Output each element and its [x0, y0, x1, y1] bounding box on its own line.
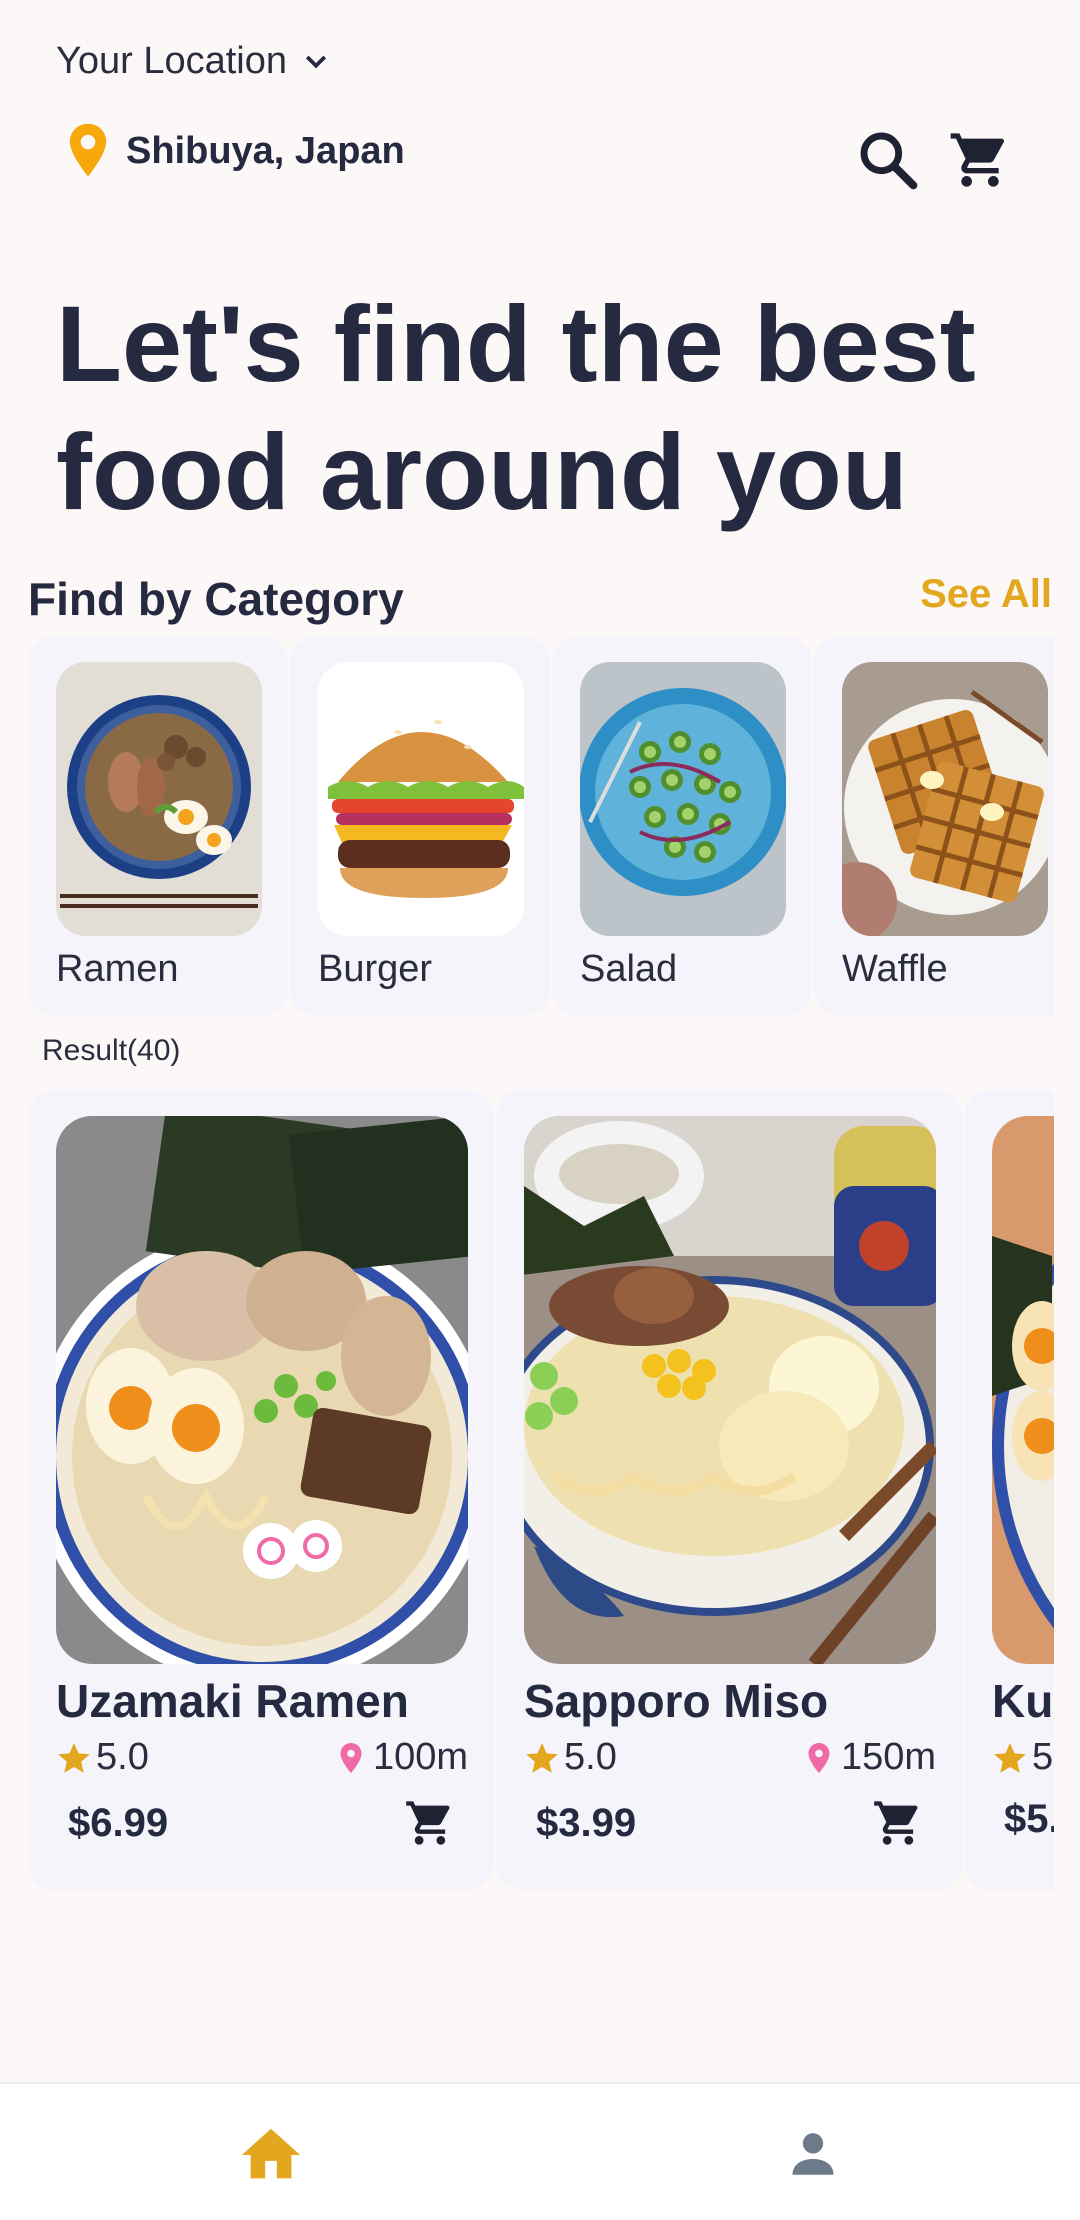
food-name: Sapporo Miso	[524, 1675, 829, 1727]
category-list[interactable]: Ramen Burger Salad Waffle	[28, 636, 1054, 1016]
location-pin-icon	[340, 1742, 362, 1773]
result-count: Result(40)	[42, 1034, 181, 1067]
food-card[interactable]: Sapporo Miso 5.0 150m $3.99	[496, 1090, 962, 1890]
food-card[interactable]: Uzamaki Ramen 5.0 100m $6.99	[28, 1090, 494, 1890]
rating: 5.0	[96, 1736, 149, 1778]
burger-image	[318, 662, 524, 936]
food-card[interactable]: Ku 5 $5.	[964, 1090, 1054, 1890]
star-icon	[994, 1742, 1026, 1773]
distance: 150m	[840, 1736, 936, 1778]
cart-icon[interactable]	[948, 128, 1012, 192]
search-icon[interactable]	[856, 128, 920, 192]
distance: 100m	[372, 1736, 468, 1778]
location-value: Shibuya, Japan	[126, 129, 405, 172]
see-all-link[interactable]: See All	[920, 572, 1052, 617]
location-label: Your Location	[56, 40, 288, 82]
waffle-image	[842, 662, 1048, 936]
header-actions	[856, 128, 1012, 192]
hero-line-2: food around you	[56, 411, 908, 532]
food-image-partial	[992, 1116, 1054, 1664]
rating: 5.0	[564, 1736, 617, 1778]
star-icon	[58, 1742, 90, 1773]
category-label: Salad	[580, 948, 678, 990]
category-item-burger[interactable]: Burger	[290, 636, 550, 1016]
food-name: Uzamaki Ramen	[56, 1675, 409, 1727]
category-item-salad[interactable]: Salad	[552, 636, 812, 1016]
category-label: Burger	[318, 948, 433, 990]
hero-heading: Let's find the best food around you	[56, 280, 1036, 536]
category-label: Ramen	[56, 948, 179, 990]
ramen-image	[56, 662, 262, 936]
home-icon[interactable]	[236, 2120, 306, 2190]
result-list[interactable]: Uzamaki Ramen 5.0 100m $6.99 Sapporo Mis…	[28, 1090, 1054, 1890]
food-meta: 5.0 100m	[56, 1736, 468, 1779]
bottom-navigation	[0, 2082, 1080, 2220]
star-icon	[526, 1742, 558, 1773]
food-meta: 5.0 150m	[524, 1736, 936, 1779]
category-item-ramen[interactable]: Ramen	[28, 636, 288, 1016]
profile-icon[interactable]	[784, 2122, 842, 2184]
category-label: Waffle	[842, 948, 948, 990]
salad-image	[580, 662, 786, 936]
price: $3.99	[536, 1800, 637, 1845]
hero-line-1: Let's find the best	[56, 283, 976, 404]
location-selector[interactable]: Your Location	[56, 40, 331, 83]
current-location: Shibuya, Japan	[66, 122, 405, 180]
location-pin-icon	[808, 1742, 830, 1773]
food-meta: 5	[992, 1736, 1054, 1779]
price: $5.	[1004, 1797, 1054, 1841]
price: $6.99	[68, 1800, 169, 1845]
location-pin-icon	[69, 123, 107, 177]
price-row: $6.99	[56, 1797, 456, 1849]
price-row: $3.99	[524, 1797, 924, 1849]
category-title: Find by Category	[28, 573, 404, 625]
price-row: $5.	[992, 1797, 1054, 1842]
cart-icon[interactable]	[872, 1797, 924, 1849]
sapporo-miso-image	[524, 1116, 936, 1664]
chevron-down-icon[interactable]	[301, 47, 331, 77]
food-name: Ku	[992, 1675, 1054, 1727]
rating: 5	[1032, 1736, 1054, 1778]
uzamaki-ramen-image	[56, 1116, 468, 1664]
cart-icon[interactable]	[404, 1797, 456, 1849]
category-item-waffle[interactable]: Waffle	[814, 636, 1054, 1016]
